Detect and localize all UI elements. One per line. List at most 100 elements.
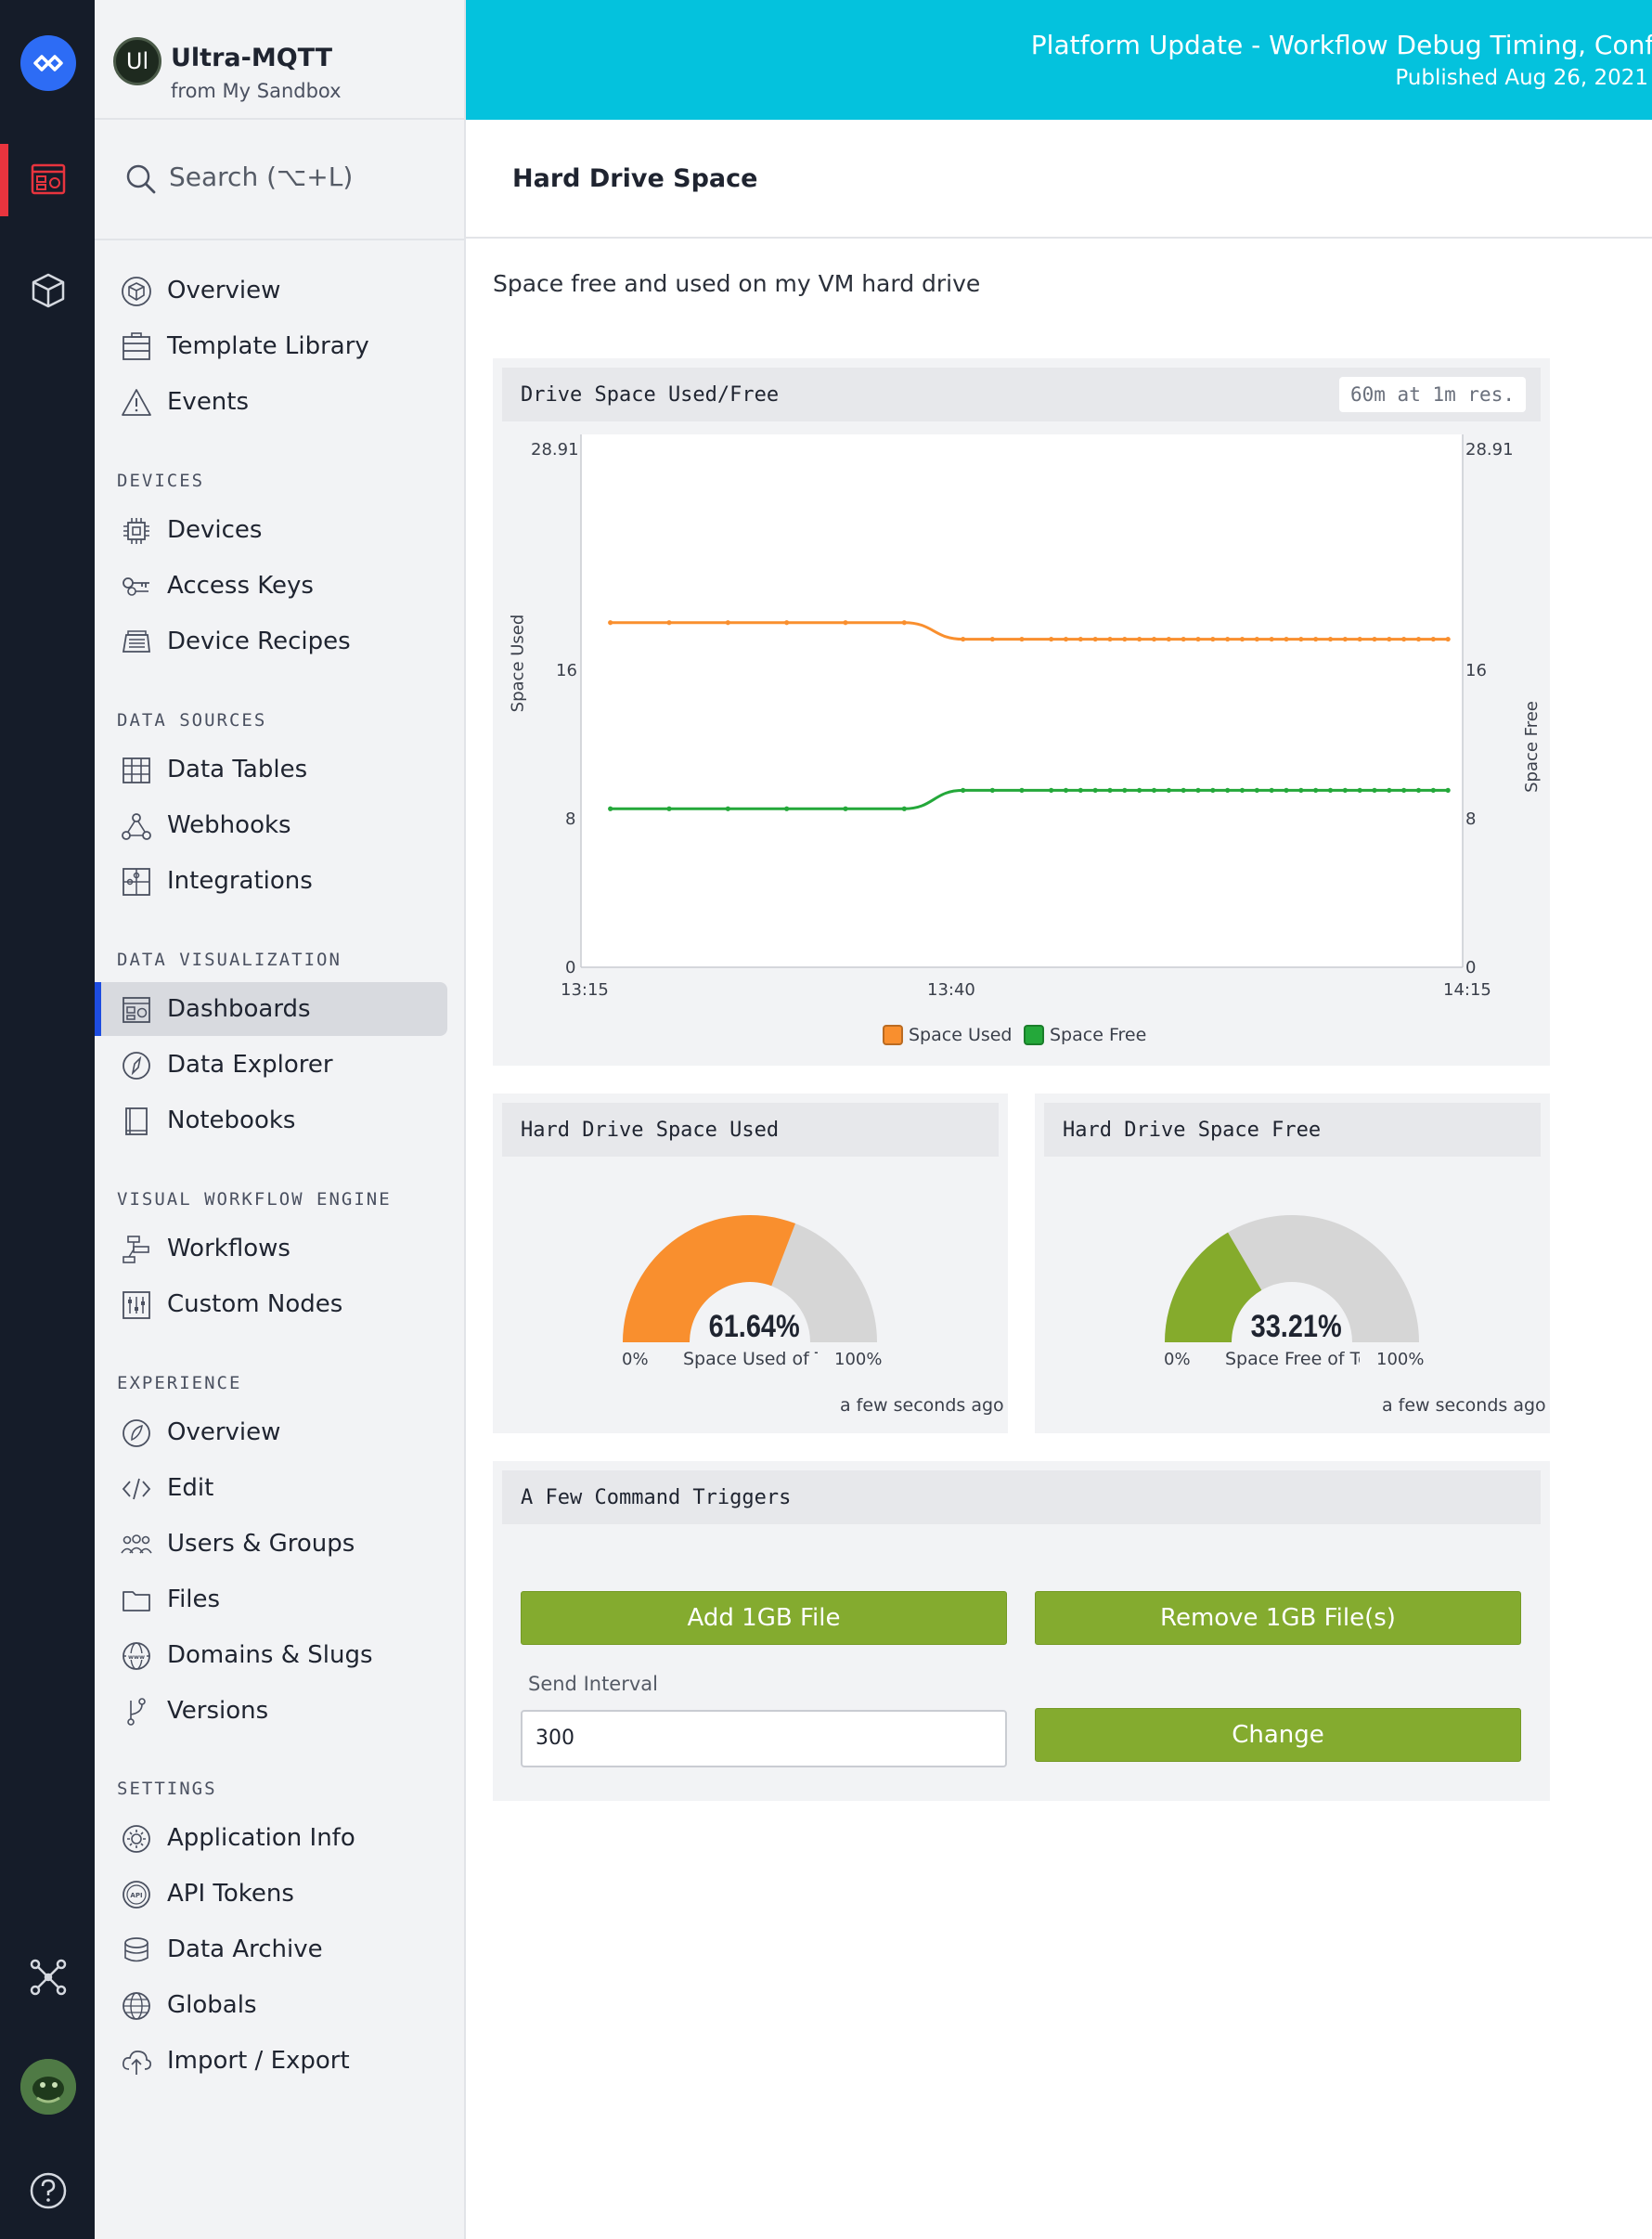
chip-icon (123, 518, 149, 544)
data-point (1401, 636, 1407, 642)
gauge-label: Space Free of Total (1225, 1349, 1360, 1369)
sidebar-item-import-export[interactable]: Import / Export (95, 2034, 447, 2088)
user-avatar[interactable] (20, 2059, 76, 2115)
compass-icon (123, 1052, 150, 1080)
sidebar-item-data-archive[interactable]: Data Archive (95, 1922, 447, 1976)
help-icon[interactable] (20, 2163, 76, 2219)
legend-space-used[interactable]: Space Used (883, 1025, 1013, 1045)
panel-title: A Few Command Triggers (521, 1486, 792, 1509)
cube-outline-icon (122, 277, 151, 306)
data-point (608, 620, 613, 626)
sidebar-item-access-keys[interactable]: Access Keys (95, 559, 447, 613)
sidebar-item-devices[interactable]: Devices (95, 503, 447, 557)
sidebar-item-data-tables[interactable]: Data Tables (95, 743, 447, 796)
change-interval-button[interactable]: Change (1035, 1708, 1521, 1762)
search-label: Search (⌥+L) (169, 162, 354, 192)
cube-rail-icon[interactable] (20, 263, 76, 318)
dashboard-header: Hard Drive Space (466, 120, 1652, 239)
sidebar-item-notebooks[interactable]: Notebooks (95, 1094, 447, 1147)
gauge-max: 100% (1376, 1350, 1425, 1369)
y-right-tick: 8 (1465, 809, 1477, 829)
www-globe-icon: www (123, 1642, 150, 1670)
data-point (1269, 636, 1274, 642)
applications-rail-icon[interactable] (20, 151, 76, 207)
sidebar-item-label: Events (167, 388, 250, 416)
sidebar-item-versions[interactable]: Versions (95, 1684, 447, 1738)
template-icon (123, 332, 150, 360)
application-header[interactable]: Ul Ultra-MQTT from My Sandbox (95, 0, 464, 120)
data-point (1078, 787, 1083, 793)
data-point (725, 806, 730, 811)
send-interval-input[interactable]: 300 (521, 1710, 1007, 1767)
data-point (1166, 636, 1171, 642)
sidebar-item-label: Notebooks (167, 1107, 296, 1134)
add-1gb-file-button[interactable]: Add 1GB File (521, 1591, 1007, 1645)
data-point (725, 620, 730, 626)
data-point (1327, 636, 1334, 642)
code-icon (122, 1478, 151, 1500)
command-triggers-panel: A Few Command Triggers Add 1GB File Remo… (493, 1461, 1550, 1801)
data-point (1415, 636, 1422, 642)
plot-area (581, 434, 1463, 967)
data-point (1107, 636, 1113, 642)
section-settings: SETTINGS (117, 1779, 217, 1799)
remove-1gb-files-button[interactable]: Remove 1GB File(s) (1035, 1591, 1521, 1645)
y-left-axis-title: Space Used (508, 614, 528, 713)
sidebar-item-data-explorer[interactable]: Data Explorer (95, 1038, 447, 1092)
sidebar-item-template-library[interactable]: Template Library (95, 319, 447, 373)
y-left-tick: 0 (565, 958, 576, 977)
x-tick: 13:15 (561, 980, 609, 1000)
line-chart[interactable] (493, 358, 1550, 1066)
data-point (1019, 636, 1025, 642)
legend-swatch (1024, 1025, 1044, 1045)
sidebar-item-custom-nodes[interactable]: Custom Nodes (95, 1277, 447, 1331)
sidebar-item-users-groups[interactable]: Users & Groups (95, 1517, 447, 1571)
sidebar-item-label: Webhooks (167, 811, 291, 839)
data-point (1327, 787, 1334, 793)
sidebar-search[interactable]: Search (⌥+L) (95, 122, 464, 240)
data-point (1225, 636, 1231, 642)
data-point (1195, 636, 1201, 642)
sidebar-item-integrations[interactable]: Integrations (95, 854, 447, 908)
sidebar-item-dashboards[interactable]: Dashboards (95, 982, 447, 1036)
data-point (1313, 636, 1319, 642)
sidebar-item-files[interactable]: Files (95, 1572, 447, 1626)
y-right-tick: 28.91 (1465, 440, 1514, 459)
sidebar-item-device-recipes[interactable]: Device Recipes (95, 615, 447, 668)
data-point (843, 620, 848, 626)
data-point (1445, 787, 1451, 793)
sidebar-item-domains-slugs[interactable]: www Domains & Slugs (95, 1628, 447, 1682)
globe-icon (123, 1992, 150, 2020)
sidebar-item-globals[interactable]: Globals (95, 1978, 447, 2032)
data-point (961, 636, 966, 642)
sidebar-item-webhooks[interactable]: Webhooks (95, 798, 447, 852)
svg-text:www: www (128, 1653, 145, 1661)
application-sidebar: Ul Ultra-MQTT from My Sandbox Search (⌥+… (95, 0, 466, 2239)
data-point (784, 620, 790, 626)
data-point (1269, 787, 1274, 793)
sidebar-item-experience-overview[interactable]: Overview (95, 1405, 447, 1459)
data-point (666, 806, 672, 811)
sidebar-item-label: Devices (167, 516, 263, 544)
cloud-upload-icon (123, 2051, 152, 2075)
platform-update-banner[interactable]: Platform Update - Workflow Debug Timing,… (466, 0, 1652, 120)
sidebar-item-workflows[interactable]: Workflows (95, 1222, 447, 1275)
send-interval-label: Send Interval (528, 1673, 658, 1695)
sidebar-item-api-tokens[interactable]: API API Tokens (95, 1867, 447, 1921)
x-tick: 14:15 (1443, 980, 1491, 1000)
gear-icon (123, 1825, 150, 1853)
data-point (1063, 787, 1069, 793)
sidebar-item-edit[interactable]: Edit (95, 1461, 447, 1515)
section-visual-workflow-engine: VISUAL WORKFLOW ENGINE (117, 1189, 392, 1210)
sidebar-item-application-info[interactable]: Application Info (95, 1811, 447, 1865)
experience-icon (123, 1419, 150, 1447)
sidebar-item-overview[interactable]: Overview (95, 264, 447, 317)
api-token-icon: API (123, 1881, 150, 1909)
sidebar-item-events[interactable]: Events (95, 375, 447, 429)
sidebar-item-label: Custom Nodes (167, 1290, 343, 1318)
network-rail-icon[interactable] (20, 1949, 76, 2005)
legend-space-free[interactable]: Space Free (1024, 1025, 1146, 1045)
platform-logo-icon[interactable] (20, 35, 76, 91)
gauge-panel-used: Hard Drive Space Used 61.64% 0% 100% Spa… (493, 1094, 1008, 1433)
sidebar-item-label: Integrations (167, 867, 313, 895)
